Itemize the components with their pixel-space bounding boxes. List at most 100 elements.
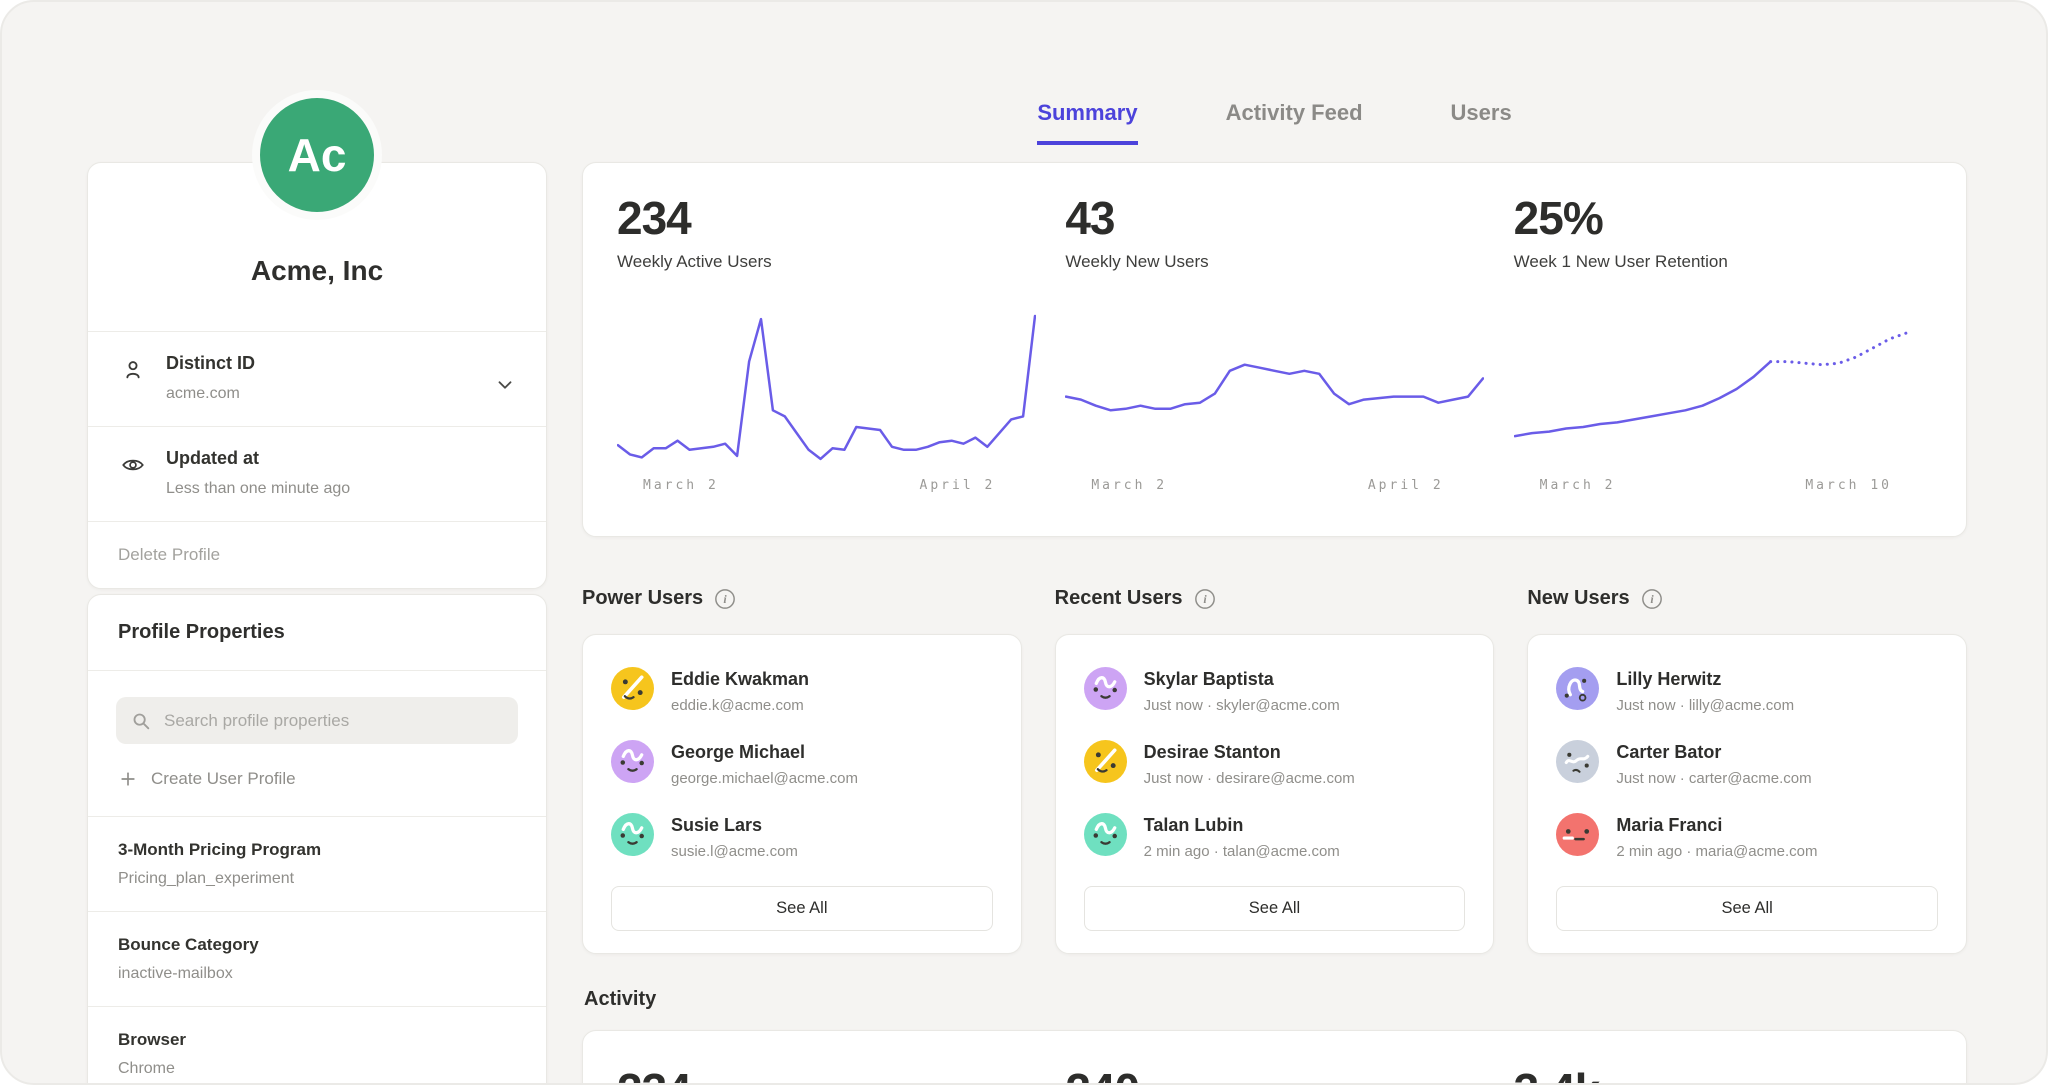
info-icon[interactable]: i — [1194, 588, 1216, 610]
new-users-section: New Users i Lilly Herwitz Just now · lil… — [1527, 587, 1967, 954]
updated-at-row: Updated at Less than one minute ago — [88, 427, 546, 521]
user-row[interactable]: Maria Franci 2 min ago · maria@acme.com — [1556, 813, 1938, 860]
see-all-button[interactable]: See All — [611, 886, 993, 931]
user-name: Talan Lubin — [1144, 813, 1340, 836]
company-avatar: Ac — [252, 90, 382, 220]
search-icon — [130, 710, 152, 732]
user-row[interactable]: Carter Bator Just now · carter@acme.com — [1556, 740, 1938, 787]
weekly-active-users-sparkline — [617, 308, 1036, 470]
person-icon — [120, 357, 146, 383]
profile-properties-card: Profile Properties Create User Profile 3… — [87, 594, 547, 1085]
weekly-new-users-sparkline — [1065, 308, 1484, 470]
updated-at-value: Less than one minute ago — [166, 480, 518, 498]
user-name: George Michael — [671, 740, 858, 763]
tab-users[interactable]: Users — [1451, 100, 1512, 145]
updated-at-label: Updated at — [166, 448, 518, 469]
property-row-browser[interactable]: Browser Chrome — [88, 1007, 546, 1085]
see-all-button[interactable]: See All — [1556, 886, 1938, 931]
user-name: Eddie Kwakman — [671, 667, 809, 690]
user-avatar — [611, 740, 654, 783]
create-user-profile-button[interactable]: Create User Profile — [88, 744, 546, 817]
activity-stat-value: 240 — [1065, 1063, 1483, 1085]
user-row[interactable]: Talan Lubin 2 min ago · talan@acme.com — [1084, 813, 1466, 860]
stat-weekly-new-users: 43 Weekly New Users March 2 April 2 — [1065, 191, 1483, 536]
tab-activity-feed[interactable]: Activity Feed — [1226, 100, 1363, 145]
activity-section-title: Activity — [584, 988, 656, 1011]
plus-icon — [118, 769, 138, 789]
info-icon[interactable]: i — [1641, 588, 1663, 610]
search-input[interactable] — [162, 710, 504, 732]
property-name: 3-Month Pricing Program — [118, 840, 516, 860]
x-axis-end: April 2 — [920, 478, 996, 493]
property-name: Browser — [118, 1030, 516, 1050]
x-axis-start: March 2 — [643, 478, 719, 493]
property-value: Pricing_plan_experiment — [118, 870, 516, 888]
user-sections: Power Users i Eddie Kwakman eddie.k@acme… — [582, 587, 1967, 954]
property-row-pricing-program[interactable]: 3-Month Pricing Program Pricing_plan_exp… — [88, 817, 546, 912]
summary-stats-card: 234 Weekly Active Users March 2 April 2 … — [582, 162, 1967, 537]
property-row-bounce-category[interactable]: Bounce Category inactive-mailbox — [88, 912, 546, 1007]
user-name: Lilly Herwitz — [1616, 667, 1794, 690]
user-row[interactable]: George Michael george.michael@acme.com — [611, 740, 993, 787]
power-users-card: Eddie Kwakman eddie.k@acme.com George Mi… — [582, 634, 1022, 954]
stat-label: Week 1 New User Retention — [1514, 252, 1932, 272]
x-axis-end: April 2 — [1368, 478, 1444, 493]
stat-value: 25% — [1514, 191, 1932, 245]
user-row[interactable]: Desirae Stanton Just now · desirare@acme… — [1084, 740, 1466, 787]
user-avatar — [1084, 813, 1127, 856]
user-name: Skylar Baptista — [1144, 667, 1340, 690]
user-avatar — [1556, 667, 1599, 710]
recent-users-title: Recent Users — [1055, 587, 1183, 610]
user-row[interactable]: Eddie Kwakman eddie.k@acme.com — [611, 667, 993, 714]
stat-value: 234 — [617, 191, 1035, 245]
user-avatar — [1556, 740, 1599, 783]
activity-stats-card: 234 240 3.4k — [582, 1030, 1967, 1085]
user-row[interactable]: Skylar Baptista Just now · skyler@acme.c… — [1084, 667, 1466, 714]
week1-retention-sparkline — [1514, 308, 1933, 470]
distinct-id-label: Distinct ID — [166, 353, 518, 374]
delete-profile-button[interactable]: Delete Profile — [88, 522, 546, 588]
stat-value: 43 — [1065, 191, 1483, 245]
x-axis-labels: March 2 April 2 — [617, 470, 1035, 493]
user-meta: Just now · lilly@acme.com — [1616, 697, 1794, 714]
power-users-section: Power Users i Eddie Kwakman eddie.k@acme… — [582, 587, 1022, 954]
chevron-down-icon[interactable] — [494, 374, 516, 396]
user-meta: Just now · carter@acme.com — [1616, 770, 1811, 787]
user-email: susie.l@acme.com — [671, 843, 798, 860]
info-icon[interactable]: i — [714, 588, 736, 610]
new-users-card: Lilly Herwitz Just now · lilly@acme.com … — [1527, 634, 1967, 954]
stat-label: Weekly New Users — [1065, 252, 1483, 272]
user-email: george.michael@acme.com — [671, 770, 858, 787]
profile-dashboard-window: Ac Acme, Inc Distinct ID acme.com — [0, 0, 2048, 1085]
profile-properties-search[interactable] — [116, 697, 518, 744]
user-avatar — [611, 667, 654, 710]
recent-users-card: Skylar Baptista Just now · skyler@acme.c… — [1055, 634, 1495, 954]
user-row[interactable]: Susie Lars susie.l@acme.com — [611, 813, 993, 860]
user-email: eddie.k@acme.com — [671, 697, 809, 714]
user-name: Maria Franci — [1616, 813, 1817, 836]
property-value: inactive-mailbox — [118, 965, 516, 983]
user-row[interactable]: Lilly Herwitz Just now · lilly@acme.com — [1556, 667, 1938, 714]
user-avatar — [1084, 667, 1127, 710]
property-value: Chrome — [118, 1060, 516, 1078]
x-axis-end: March 10 — [1805, 478, 1892, 493]
user-meta: 2 min ago · talan@acme.com — [1144, 843, 1340, 860]
user-name: Desirae Stanton — [1144, 740, 1355, 763]
x-axis-labels: March 2 April 2 — [1065, 470, 1483, 493]
tab-summary[interactable]: Summary — [1037, 100, 1137, 145]
stat-weekly-active-users: 234 Weekly Active Users March 2 April 2 — [617, 191, 1035, 536]
activity-stat-value: 234 — [617, 1063, 1035, 1085]
create-user-profile-label: Create User Profile — [151, 769, 296, 789]
user-avatar — [611, 813, 654, 856]
user-name: Susie Lars — [671, 813, 798, 836]
property-name: Bounce Category — [118, 935, 516, 955]
distinct-id-value: acme.com — [166, 385, 518, 403]
company-profile-card: Acme, Inc Distinct ID acme.com — [87, 162, 547, 589]
profile-properties-title: Profile Properties — [88, 595, 546, 671]
see-all-button[interactable]: See All — [1084, 886, 1466, 931]
distinct-id-row: Distinct ID acme.com — [88, 332, 546, 426]
activity-stat-value: 3.4k — [1514, 1063, 1932, 1085]
x-axis-start: March 2 — [1540, 478, 1616, 493]
user-name: Carter Bator — [1616, 740, 1811, 763]
svg-text:i: i — [1650, 592, 1654, 606]
